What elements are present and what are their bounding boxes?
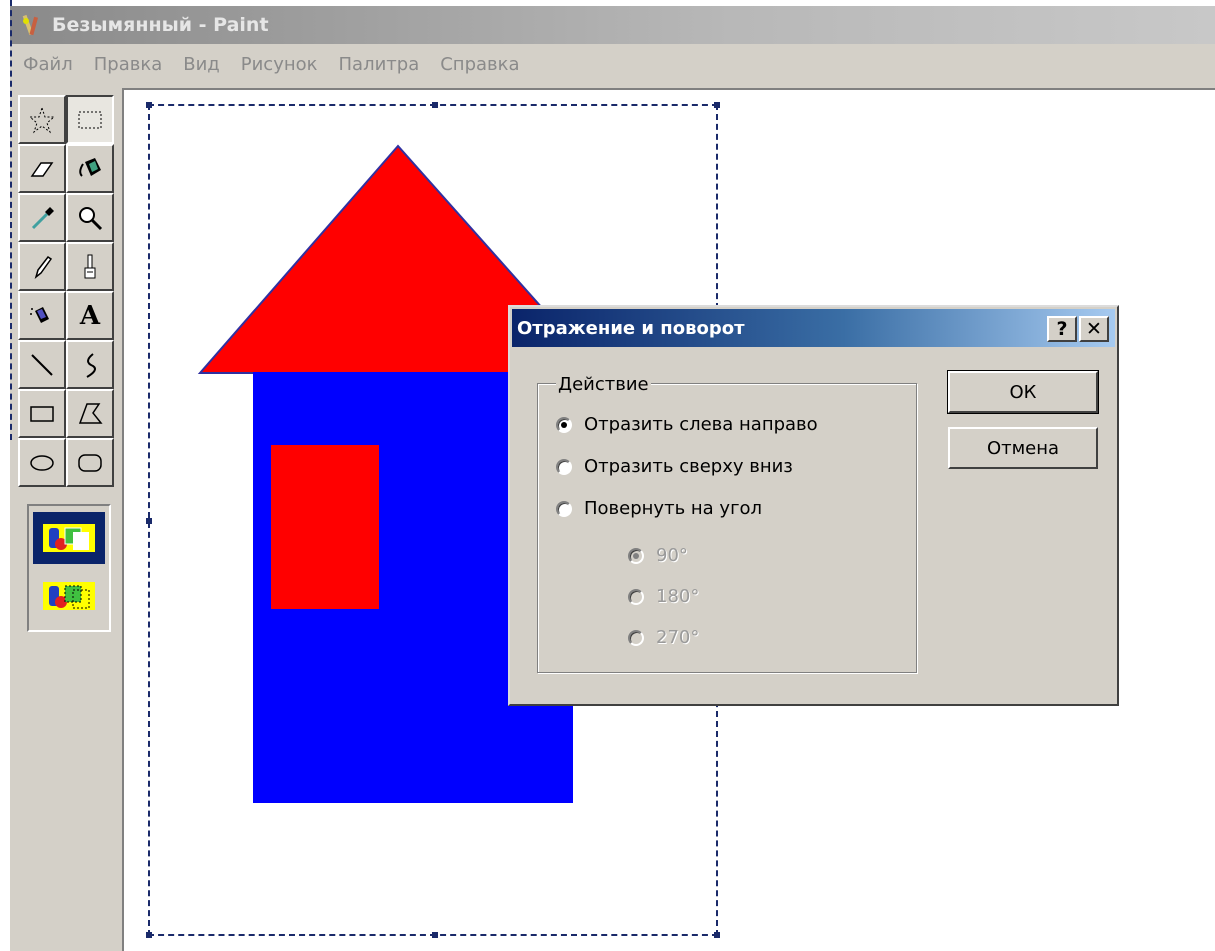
angle-180-label: 180° (656, 586, 700, 607)
polygon-icon (78, 402, 103, 424)
radio-checked-icon (628, 547, 644, 564)
rounded-rect-icon (78, 453, 102, 472)
line-tool[interactable] (18, 340, 66, 389)
brush-icon (84, 254, 96, 278)
resize-handle-n[interactable] (432, 102, 438, 108)
curve-tool[interactable] (66, 340, 114, 389)
star-select-icon (28, 105, 56, 133)
eraser-tool[interactable] (18, 144, 66, 193)
magnifier-icon (79, 206, 103, 230)
curve-icon (86, 352, 96, 378)
text-a-icon: A (79, 300, 101, 331)
radio-unchecked-icon (556, 500, 572, 517)
pencil-icon (34, 255, 53, 279)
angle-90-radio[interactable]: 90° (628, 545, 688, 566)
resize-handle-nw[interactable] (146, 102, 152, 108)
airbrush-icon (30, 306, 49, 323)
rotate-radio[interactable]: Повернуть на угол (556, 498, 762, 519)
tool-box: A (18, 95, 120, 491)
dashed-rect-icon (78, 111, 102, 128)
angle-90-label: 90° (656, 545, 688, 566)
resize-handle-ne[interactable] (714, 102, 720, 108)
rounded-rect-tool[interactable] (66, 438, 114, 487)
pencil-tool[interactable] (18, 242, 66, 291)
rect-select-tool[interactable] (66, 95, 114, 144)
resize-handle-sw[interactable] (146, 932, 152, 938)
close-icon: ✕ (1086, 318, 1102, 340)
action-group-label: Действие (556, 374, 651, 395)
opaque-selection-option[interactable] (33, 512, 105, 564)
brush-tool[interactable] (66, 242, 114, 291)
cancel-button[interactable]: Отмена (948, 427, 1098, 469)
tool-options-box (27, 504, 111, 632)
pick-color-tool[interactable] (18, 193, 66, 242)
polygon-tool[interactable] (66, 389, 114, 438)
flip-horizontal-label: Отразить слева направо (584, 414, 818, 435)
flip-vertical-label: Отразить сверху вниз (584, 456, 793, 477)
line-icon (31, 353, 53, 376)
radio-unchecked-icon (628, 629, 644, 646)
help-button[interactable]: ? (1047, 316, 1077, 342)
angle-270-radio[interactable]: 270° (628, 627, 699, 648)
flip-horizontal-radio[interactable]: Отразить слева направо (556, 414, 818, 435)
rectangle-tool[interactable] (18, 389, 66, 438)
angle-180-radio[interactable]: 180° (628, 586, 699, 607)
eraser-icon (30, 161, 54, 177)
free-form-select-tool[interactable] (18, 95, 66, 144)
flip-vertical-radio[interactable]: Отразить сверху вниз (556, 456, 793, 477)
transparent-selection-icon (43, 582, 95, 610)
ok-button[interactable]: ОК (947, 370, 1099, 414)
airbrush-tool[interactable] (18, 291, 66, 340)
radio-checked-icon (556, 416, 572, 433)
angle-270-label: 270° (656, 627, 700, 648)
opaque-selection-icon (43, 524, 95, 552)
paint-bucket-icon (79, 157, 101, 177)
text-tool[interactable]: A (66, 291, 114, 340)
rectangle-icon (30, 405, 54, 422)
close-button[interactable]: ✕ (1079, 316, 1109, 342)
dialog-title: Отражение и поворот (517, 317, 745, 339)
radio-unchecked-icon (556, 458, 572, 475)
rotate-label: Повернуть на угол (584, 498, 763, 519)
magnifier-tool[interactable] (66, 193, 114, 242)
resize-handle-s[interactable] (432, 932, 438, 938)
transparent-selection-option[interactable] (33, 570, 105, 622)
ellipse-icon (30, 454, 54, 471)
ellipse-tool[interactable] (18, 438, 66, 487)
dialog-title-bar[interactable]: Отражение и поворот ? ✕ (512, 309, 1115, 347)
fill-tool[interactable] (66, 144, 114, 193)
flip-rotate-dialog: Отражение и поворот ? ✕ Действие Отразит… (508, 305, 1119, 706)
resize-handle-se[interactable] (714, 932, 720, 938)
resize-handle-w[interactable] (146, 518, 152, 524)
eyedropper-icon (31, 206, 54, 229)
radio-unchecked-icon (628, 588, 644, 605)
